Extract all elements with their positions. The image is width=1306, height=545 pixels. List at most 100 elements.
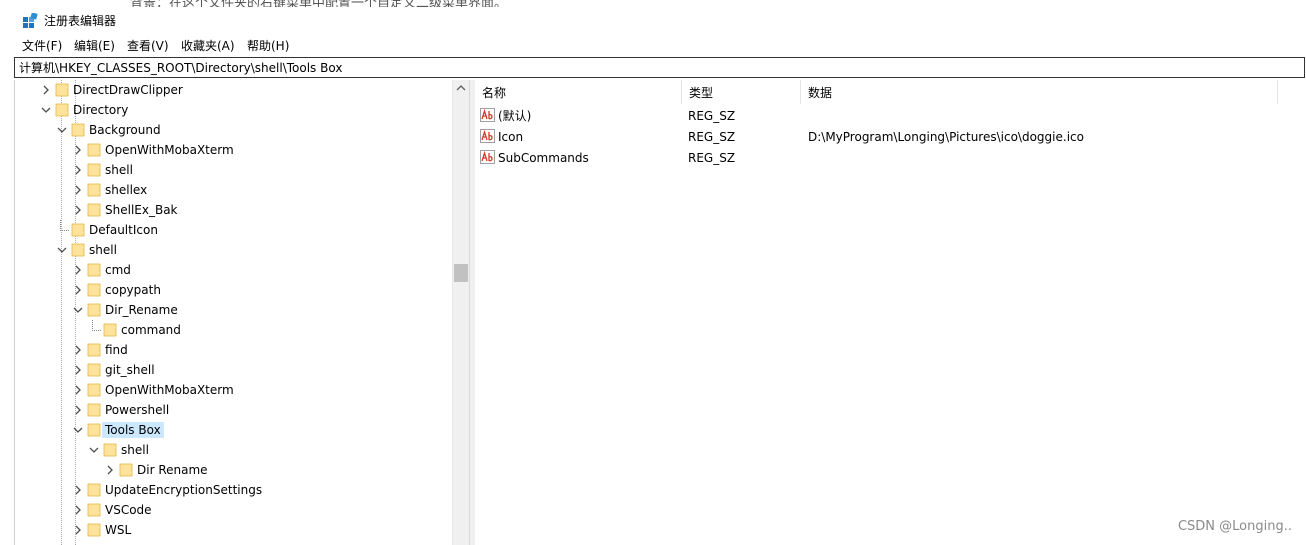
- menu-view[interactable]: 查看(V): [127, 38, 169, 54]
- value-name-cell: Icon: [498, 130, 524, 144]
- tree-node[interactable]: WSL: [15, 520, 469, 540]
- chevron-down-icon[interactable]: [89, 445, 99, 455]
- tree-node[interactable]: shell: [15, 240, 469, 260]
- tree-node[interactable]: DefaultIcon: [15, 220, 469, 240]
- tree-node[interactable]: git_shell: [15, 360, 469, 380]
- tree-node[interactable]: Dir_Rename: [15, 300, 469, 320]
- folder-icon: [87, 283, 101, 297]
- column-header-data-label: 数据: [808, 86, 833, 100]
- address-bar[interactable]: 计算机\HKEY_CLASSES_ROOT\Directory\shell\To…: [14, 57, 1305, 78]
- folder-icon: [87, 503, 101, 517]
- chevron-down-icon[interactable]: [57, 245, 67, 255]
- title-bar: 注册表编辑器: [0, 7, 1306, 34]
- tree-node-label[interactable]: OpenWithMobaXterm: [102, 142, 237, 158]
- tree-node[interactable]: Background: [15, 120, 469, 140]
- tree-node-label[interactable]: shell: [102, 162, 136, 178]
- value-row[interactable]: (默认) REG_SZ: [475, 105, 1306, 126]
- chevron-right-icon[interactable]: [41, 85, 51, 95]
- tree-node[interactable]: Dir Rename: [15, 460, 469, 480]
- scroll-thumb[interactable]: [454, 264, 468, 282]
- chevron-right-icon[interactable]: [73, 385, 83, 395]
- underlying-page-text-fragment: 背景：在这个文件夹的右键菜单中配置一个自定义二级菜单界面。: [130, 0, 507, 7]
- scroll-up-arrow-icon[interactable]: [456, 84, 466, 92]
- tree-node[interactable]: DirectDrawClipper: [15, 80, 469, 100]
- tree-node-label[interactable]: Dir_Rename: [102, 302, 181, 318]
- tree-node-label[interactable]: DefaultIcon: [86, 222, 161, 238]
- folder-icon: [87, 303, 101, 317]
- tree-connector-line: [60, 220, 69, 231]
- chevron-right-icon[interactable]: [73, 525, 83, 535]
- string-value-icon: [480, 150, 495, 164]
- folder-icon: [87, 483, 101, 497]
- tree-node-label[interactable]: ShellEx_Bak: [102, 202, 181, 218]
- value-name-cell: (默认): [498, 109, 532, 123]
- tree-node-label[interactable]: cmd: [102, 262, 134, 278]
- tree-node-label[interactable]: Directory: [70, 102, 131, 118]
- tree-node[interactable]: shellex: [15, 180, 469, 200]
- chevron-right-icon[interactable]: [73, 185, 83, 195]
- tree-node-label[interactable]: shellex: [102, 182, 150, 198]
- chevron-right-icon[interactable]: [73, 365, 83, 375]
- menu-help[interactable]: 帮助(H): [247, 38, 289, 54]
- tree-node[interactable]: Tools Box: [15, 420, 469, 440]
- chevron-right-icon[interactable]: [73, 485, 83, 495]
- tree-node[interactable]: copypath: [15, 280, 469, 300]
- tree-node[interactable]: Powershell: [15, 400, 469, 420]
- tree-node-label[interactable]: find: [102, 342, 131, 358]
- tree-node[interactable]: VSCode: [15, 500, 469, 520]
- tree-node-label[interactable]: VSCode: [102, 502, 155, 518]
- tree-node-label[interactable]: copypath: [102, 282, 164, 298]
- tree-node-label[interactable]: WSL: [102, 522, 134, 538]
- chevron-right-icon[interactable]: [73, 505, 83, 515]
- tree-node-label[interactable]: OpenWithMobaXterm: [102, 382, 237, 398]
- value-row[interactable]: SubCommands REG_SZ: [475, 147, 1306, 168]
- value-type-cell: REG_SZ: [688, 130, 736, 144]
- column-header-data[interactable]: 数据: [801, 80, 1278, 104]
- chevron-right-icon[interactable]: [73, 265, 83, 275]
- tree-node[interactable]: Directory: [15, 100, 469, 120]
- tree-node[interactable]: shell: [15, 160, 469, 180]
- tree-node[interactable]: OpenWithMobaXterm: [15, 380, 469, 400]
- chevron-right-icon[interactable]: [73, 345, 83, 355]
- address-path[interactable]: 计算机\HKEY_CLASSES_ROOT\Directory\shell\To…: [19, 60, 342, 76]
- tree-node[interactable]: find: [15, 340, 469, 360]
- column-header-name[interactable]: 名称: [475, 80, 682, 104]
- tree-node-label[interactable]: UpdateEncryptionSettings: [102, 482, 265, 498]
- chevron-right-icon[interactable]: [73, 205, 83, 215]
- registry-key-tree[interactable]: DirectDrawClipper Directory Background Open…: [14, 80, 469, 545]
- chevron-down-icon[interactable]: [41, 105, 51, 115]
- chevron-down-icon[interactable]: [73, 425, 83, 435]
- menu-favorites[interactable]: 收藏夹(A): [181, 38, 235, 54]
- tree-node[interactable]: command: [15, 320, 469, 340]
- menu-edit[interactable]: 编辑(E): [74, 38, 115, 54]
- tree-node-label[interactable]: Background: [86, 122, 164, 138]
- tree-node-label[interactable]: shell: [118, 442, 152, 458]
- tree-node[interactable]: UpdateEncryptionSettings: [15, 480, 469, 500]
- chevron-right-icon[interactable]: [105, 465, 115, 475]
- chevron-down-icon[interactable]: [57, 125, 67, 135]
- tree-node[interactable]: cmd: [15, 260, 469, 280]
- tree-node-label[interactable]: shell: [86, 242, 120, 258]
- tree-node[interactable]: OpenWithMobaXterm: [15, 140, 469, 160]
- tree-node[interactable]: ShellEx_Bak: [15, 200, 469, 220]
- value-row[interactable]: Icon REG_SZ D:\MyProgram\Longing\Pictures\…: [475, 126, 1306, 147]
- chevron-right-icon[interactable]: [73, 285, 83, 295]
- tree-node-label[interactable]: command: [118, 322, 184, 338]
- tree-vertical-scrollbar[interactable]: [452, 80, 469, 545]
- tree-node-label[interactable]: Powershell: [102, 402, 172, 418]
- tree-node-label[interactable]: Dir Rename: [134, 462, 211, 478]
- column-header-type[interactable]: 类型: [682, 80, 801, 104]
- folder-icon: [87, 403, 101, 417]
- tree-node-label[interactable]: DirectDrawClipper: [70, 82, 186, 98]
- chevron-right-icon[interactable]: [73, 405, 83, 415]
- tree-node-label[interactable]: git_shell: [102, 362, 158, 378]
- values-list[interactable]: 名称 类型 数据 (默认) REG_SZ Icon REG_SZ D:\MyProgra…: [475, 80, 1306, 545]
- folder-icon: [71, 123, 85, 137]
- chevron-right-icon[interactable]: [73, 145, 83, 155]
- chevron-down-icon[interactable]: [73, 305, 83, 315]
- tree-node[interactable]: shell: [15, 440, 469, 460]
- menu-file[interactable]: 文件(F): [22, 38, 62, 54]
- chevron-right-icon[interactable]: [73, 165, 83, 175]
- tree-node-label-selected[interactable]: Tools Box: [102, 422, 164, 438]
- value-type-cell: REG_SZ: [688, 151, 736, 165]
